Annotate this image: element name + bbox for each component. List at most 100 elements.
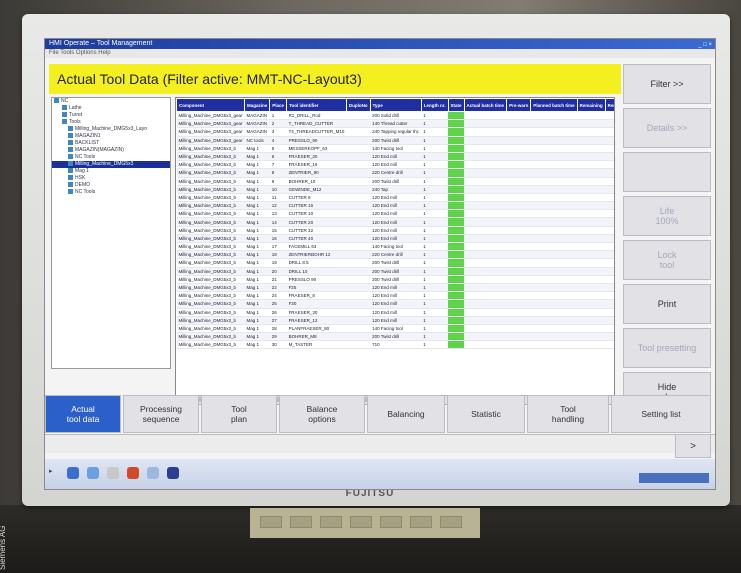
right-softkey[interactable] <box>623 152 711 192</box>
tree-item[interactable]: Turret <box>52 112 170 119</box>
column-header[interactable]: Remaining <box>576 98 606 112</box>
monitor-button[interactable] <box>410 516 432 528</box>
table-row[interactable]: Milling_Machine_DMG5x3_b Mag 1 27 FRAESER_1… <box>176 316 614 325</box>
table-row[interactable]: Milling_Machine_DMG5x3_b Mag 1 25 F30 120 En… <box>176 299 614 309</box>
table-row[interactable]: Milling_Machine_DMG5x3_b Mag 1 18 ZENTRIERB… <box>176 250 614 260</box>
tree-item[interactable]: MAGAZIN(MAGAZIN) <box>52 147 170 154</box>
browser-icon[interactable] <box>127 467 139 479</box>
table-row[interactable]: Milling_Machine_DMG5x3_b Mag 1 16 CUTTER 40… <box>176 234 614 244</box>
column-header[interactable]: Planned batch time <box>530 98 578 112</box>
tree-item[interactable]: Milling_Machine_DMG5x3 <box>52 161 170 168</box>
start-button[interactable]: ▸ <box>49 467 53 475</box>
column-header[interactable]: Remaining parts <box>604 98 614 112</box>
table-row[interactable]: Milling_Machine_DMG5x3_b Mag 1 8 ZENTRIER_9… <box>176 168 614 178</box>
right-softkey[interactable]: Print <box>623 284 711 324</box>
cell-mag: Mag 1 <box>244 242 270 252</box>
hmi-icon[interactable] <box>167 467 179 479</box>
folder-icon[interactable] <box>87 467 99 479</box>
tree-item[interactable]: Milling_Machine_DMG5x3_Layo <box>52 126 170 133</box>
folder-icon <box>68 175 73 181</box>
column-header[interactable]: Magazine <box>244 98 271 112</box>
table-row[interactable]: Milling_Machine_DMG5x3_b Mag 1 13 CUTTER 10… <box>176 209 614 219</box>
table-row[interactable]: Milling_Machine_DMG5x3_b Mag 1 15 CUTTER 32… <box>176 226 614 235</box>
tree-item[interactable]: NC <box>52 98 170 105</box>
column-header[interactable]: Pre-warn <box>506 98 532 112</box>
tree-item[interactable]: BACKLIST <box>52 140 170 147</box>
table-row[interactable]: Milling_Machine_DMG5x3_b Mag 1 14 CUTTER 20… <box>176 217 614 227</box>
table-row[interactable]: Milling_Machine_DMG5x3_gear NC tools 4 PRES… <box>176 136 614 145</box>
cell-len: 1 <box>421 267 449 276</box>
bottom-softkey[interactable]: Tool plan <box>201 395 277 433</box>
tree-item[interactable]: NC Tools <box>52 154 170 161</box>
table-row[interactable]: Milling_Machine_DMG5x3_b Mag 1 29 BOHRER_M8… <box>176 332 614 342</box>
column-header[interactable]: Component <box>176 98 246 112</box>
bottom-softkey[interactable]: Tool handling <box>527 395 609 433</box>
column-header[interactable]: Type <box>369 98 422 112</box>
next-arrow-button[interactable]: > <box>675 434 711 458</box>
table-row[interactable]: Milling_Machine_DMG5x3_b Mag 1 9 BOHRER_10 2… <box>176 177 614 186</box>
tool-data-table[interactable]: Component Magazine Place Tool identifier Dup… <box>175 97 615 397</box>
monitor-button[interactable] <box>260 516 282 528</box>
table-row[interactable]: Milling_Machine_DMG5x3_b Mag 1 28 PLANFRAES… <box>176 324 614 334</box>
column-header[interactable]: Tool identifier <box>286 98 347 112</box>
tree-item[interactable]: DEMO <box>52 182 170 189</box>
tree-item[interactable]: HSK <box>52 175 170 182</box>
column-header[interactable]: DuploNo <box>345 98 371 112</box>
state-indicator <box>448 226 465 235</box>
bottom-softkey[interactable]: Balancing <box>367 395 445 433</box>
monitor-button[interactable] <box>290 516 312 528</box>
table-row[interactable]: Milling_Machine_DMG5x3_b Mag 1 11 CUTTER 8 1… <box>176 193 614 203</box>
cell-duplo <box>346 267 371 276</box>
right-softkey[interactable]: Details >> <box>623 108 711 148</box>
monitor-button[interactable] <box>380 516 402 528</box>
right-softkey[interactable]: Lock tool <box>623 240 711 280</box>
tree-item[interactable]: MAGAZIN1 <box>52 133 170 140</box>
bottom-softkey[interactable]: Processing sequence <box>123 395 199 433</box>
table-row[interactable]: Milling_Machine_DMG5x3_b Mag 1 30 M_TASTER 7… <box>176 340 614 350</box>
cell-empty <box>506 152 531 162</box>
table-row[interactable]: Milling_Machine_DMG5x3_gear MAGAZIN 2 T_THR… <box>176 119 614 129</box>
cell-empty <box>530 152 578 162</box>
table-row[interactable]: Milling_Machine_DMG5x3_b Mag 1 19 DRILL 8.5… <box>176 258 614 268</box>
system-tray[interactable] <box>639 473 709 483</box>
column-header[interactable]: State <box>447 98 465 112</box>
network-icon[interactable] <box>147 467 159 479</box>
right-softkey[interactable]: Life 100% <box>623 196 711 236</box>
right-softkey[interactable]: Filter >> <box>623 64 711 104</box>
table-row[interactable]: Milling_Machine_DMG5x3_b Mag 1 5 MESSERKOPF… <box>176 144 614 153</box>
state-indicator <box>448 119 465 129</box>
app-icon[interactable] <box>107 467 119 479</box>
table-row[interactable]: Milling_Machine_DMG5x3_b Mag 1 22 F25 120 En… <box>176 283 614 293</box>
monitor-button[interactable] <box>320 516 342 528</box>
bottom-softkey[interactable]: Actual tool data <box>45 395 121 433</box>
column-header[interactable]: Length nr. <box>420 98 449 112</box>
table-row[interactable]: Milling_Machine_DMG5x3_b Mag 1 20 DRILL 10 2… <box>176 267 614 276</box>
table-row[interactable]: Milling_Machine_DMG5x3_b Mag 1 12 CUTTER 16… <box>176 201 614 211</box>
cell-empty <box>464 234 507 244</box>
table-row[interactable]: Milling_Machine_DMG5x3_b Mag 1 6 FRAESER_20… <box>176 152 614 162</box>
bottom-softkey[interactable]: Balance options <box>279 395 365 433</box>
column-header[interactable]: Actual batch time <box>463 98 508 112</box>
table-row[interactable]: Milling_Machine_DMG5x3_gear MAGAZIN 3 T4_TH… <box>176 127 614 137</box>
table-row[interactable]: Milling_Machine_DMG5x3_b Mag 1 10 GEWINDE_M… <box>176 185 614 194</box>
monitor-button[interactable] <box>440 516 462 528</box>
explorer-icon[interactable] <box>67 467 79 479</box>
cell-comp: Milling_Machine_DMG5x3_b <box>176 217 245 227</box>
column-header[interactable]: Place <box>269 98 288 112</box>
table-row[interactable]: Milling_Machine_DMG5x3_b Mag 1 17 FACEMILL … <box>176 242 614 252</box>
table-row[interactable]: Milling_Machine_DMG5x3_b Mag 1 21 PRESSLO 9… <box>176 275 614 284</box>
table-row[interactable]: Milling_Machine_DMG5x3_b Mag 1 7 FRAESER_16… <box>176 160 614 170</box>
tree-item[interactable]: Lathe <box>52 105 170 112</box>
tree-item[interactable]: NC Tools <box>52 189 170 196</box>
monitor-button[interactable] <box>350 516 372 528</box>
table-row[interactable]: Milling_Machine_DMG5x3_gear MAGAZIN 1 R1_DR… <box>176 111 614 121</box>
tree-item[interactable]: Mag 1 <box>52 168 170 175</box>
explorer-tree[interactable]: NC Lathe Turret Tools Milling_Machine_DMG5x3… <box>51 97 171 369</box>
bottom-softkey[interactable]: Setting list <box>611 395 711 433</box>
table-row[interactable]: Milling_Machine_DMG5x3_b Mag 1 24 FRAESER_8… <box>176 291 614 301</box>
right-softkey[interactable]: Tool presetting <box>623 328 711 368</box>
table-row[interactable]: Milling_Machine_DMG5x3_b Mag 1 26 FRAESER_3… <box>176 308 614 317</box>
tree-item[interactable]: Tools <box>52 119 170 126</box>
menu-bar[interactable]: File Tools Options Help <box>45 49 715 58</box>
bottom-softkey[interactable]: Statistic <box>447 395 525 433</box>
